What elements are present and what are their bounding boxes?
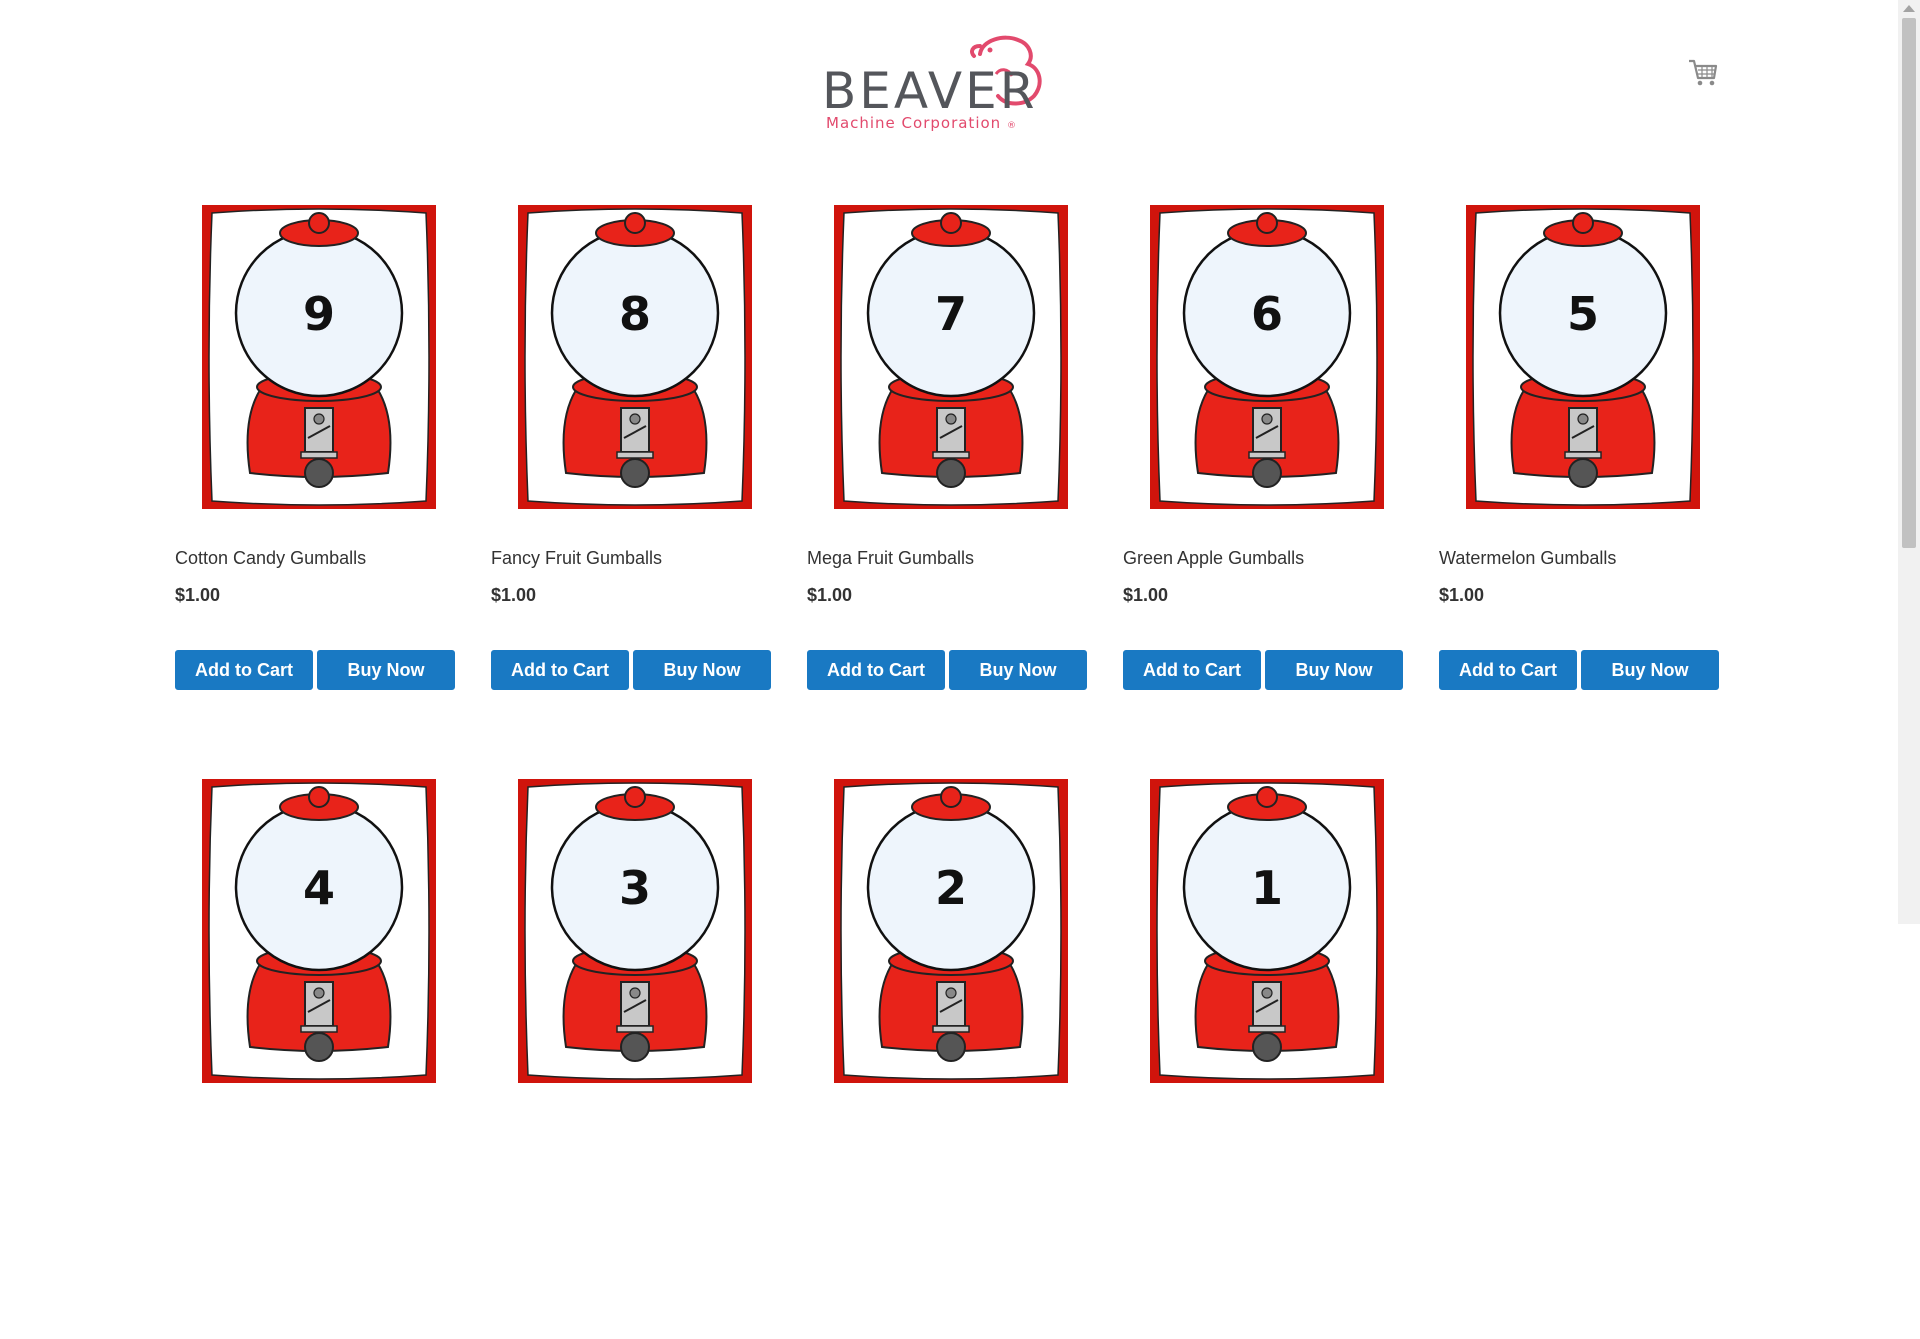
- product-name[interactable]: Mega Fruit Gumballs: [807, 548, 974, 569]
- product-card: 4: [175, 779, 455, 1339]
- product-card: 6 Green Apple Gumballs $1.00 Add to Cart Buy…: [1123, 205, 1403, 765]
- product-image[interactable]: 6: [1150, 205, 1384, 509]
- product-price: $1.00: [491, 585, 537, 605]
- product-name[interactable]: Watermelon Gumballs: [1439, 548, 1616, 569]
- gumball-number-label: 9: [303, 287, 335, 341]
- product-name[interactable]: Cotton Candy Gumballs: [175, 548, 366, 569]
- buy-now-button[interactable]: Buy Now: [1265, 650, 1403, 690]
- gumball-machine-image: 3: [518, 779, 752, 1083]
- gumball-machine-image: 1: [1150, 779, 1384, 1083]
- gumball-number-label: 6: [1251, 287, 1283, 341]
- brand-name: BEAVER: [822, 62, 1038, 120]
- brand-logo[interactable]: BEAVER Machine Corporation ®: [822, 34, 1046, 134]
- buy-now-button[interactable]: Buy Now: [317, 650, 455, 690]
- product-image[interactable]: 2: [834, 779, 1068, 1083]
- gumball-number-label: 7: [935, 287, 967, 341]
- shopping-cart-icon[interactable]: [1688, 56, 1718, 88]
- product-name[interactable]: Fancy Fruit Gumballs: [491, 548, 662, 569]
- buy-now-button[interactable]: Buy Now: [633, 650, 771, 690]
- product-card: 5 Watermelon Gumballs $1.00 Add to Cart Buy …: [1439, 205, 1719, 765]
- gumball-number-label: 5: [1567, 287, 1599, 341]
- add-to-cart-button[interactable]: Add to Cart: [1123, 650, 1261, 690]
- product-image[interactable]: 7: [834, 205, 1068, 509]
- product-card: 8 Fancy Fruit Gumballs $1.00 Add to Cart Buy…: [491, 205, 771, 765]
- trademark-symbol: ®: [1006, 121, 1017, 131]
- buy-now-button[interactable]: Buy Now: [949, 650, 1087, 690]
- product-image[interactable]: 8: [518, 205, 752, 509]
- gumball-number-label: 8: [619, 287, 651, 341]
- product-card: 2: [807, 779, 1087, 1339]
- brand-tagline: Machine Corporation ®: [826, 114, 1017, 132]
- gumball-number-label: 3: [619, 861, 651, 915]
- product-card: 1: [1123, 779, 1403, 1339]
- product-card: 7 Mega Fruit Gumballs $1.00 Add to Cart Buy …: [807, 205, 1087, 765]
- vertical-scrollbar[interactable]: [1898, 0, 1920, 924]
- product-card: 3: [491, 779, 771, 1339]
- gumball-machine-image: 7: [834, 205, 1068, 509]
- product-price: $1.00: [1439, 585, 1485, 605]
- gumball-machine-image: 5: [1466, 205, 1700, 509]
- add-to-cart-button[interactable]: Add to Cart: [175, 650, 313, 690]
- product-price: $1.00: [807, 585, 853, 605]
- gumball-number-label: 1: [1251, 861, 1283, 915]
- gumball-machine-image: 8: [518, 205, 752, 509]
- gumball-machine-image: 4: [202, 779, 436, 1083]
- add-to-cart-button[interactable]: Add to Cart: [491, 650, 629, 690]
- add-to-cart-button[interactable]: Add to Cart: [807, 650, 945, 690]
- gumball-machine-image: 6: [1150, 205, 1384, 509]
- product-image[interactable]: 5: [1466, 205, 1700, 509]
- product-image[interactable]: 3: [518, 779, 752, 1083]
- buy-now-button[interactable]: Buy Now: [1581, 650, 1719, 690]
- gumball-number-label: 2: [935, 861, 967, 915]
- page-header: BEAVER Machine Corporation ®: [0, 0, 1898, 160]
- gumball-machine-image: 2: [834, 779, 1068, 1083]
- gumball-number-label: 4: [303, 861, 335, 915]
- product-price: $1.00: [1123, 585, 1169, 605]
- product-name[interactable]: Green Apple Gumballs: [1123, 548, 1304, 569]
- gumball-machine-image: 9: [202, 205, 436, 509]
- product-price: $1.00: [175, 585, 221, 605]
- product-card: 9 Cotton Candy Gumballs $1.00 Add to Cart Bu…: [175, 205, 455, 765]
- product-image[interactable]: 9: [202, 205, 436, 509]
- product-image[interactable]: 4: [202, 779, 436, 1083]
- product-image[interactable]: 1: [1150, 779, 1384, 1083]
- scroll-up-arrow-icon[interactable]: [1903, 5, 1915, 12]
- add-to-cart-button[interactable]: Add to Cart: [1439, 650, 1577, 690]
- scrollbar-thumb[interactable]: [1902, 18, 1916, 548]
